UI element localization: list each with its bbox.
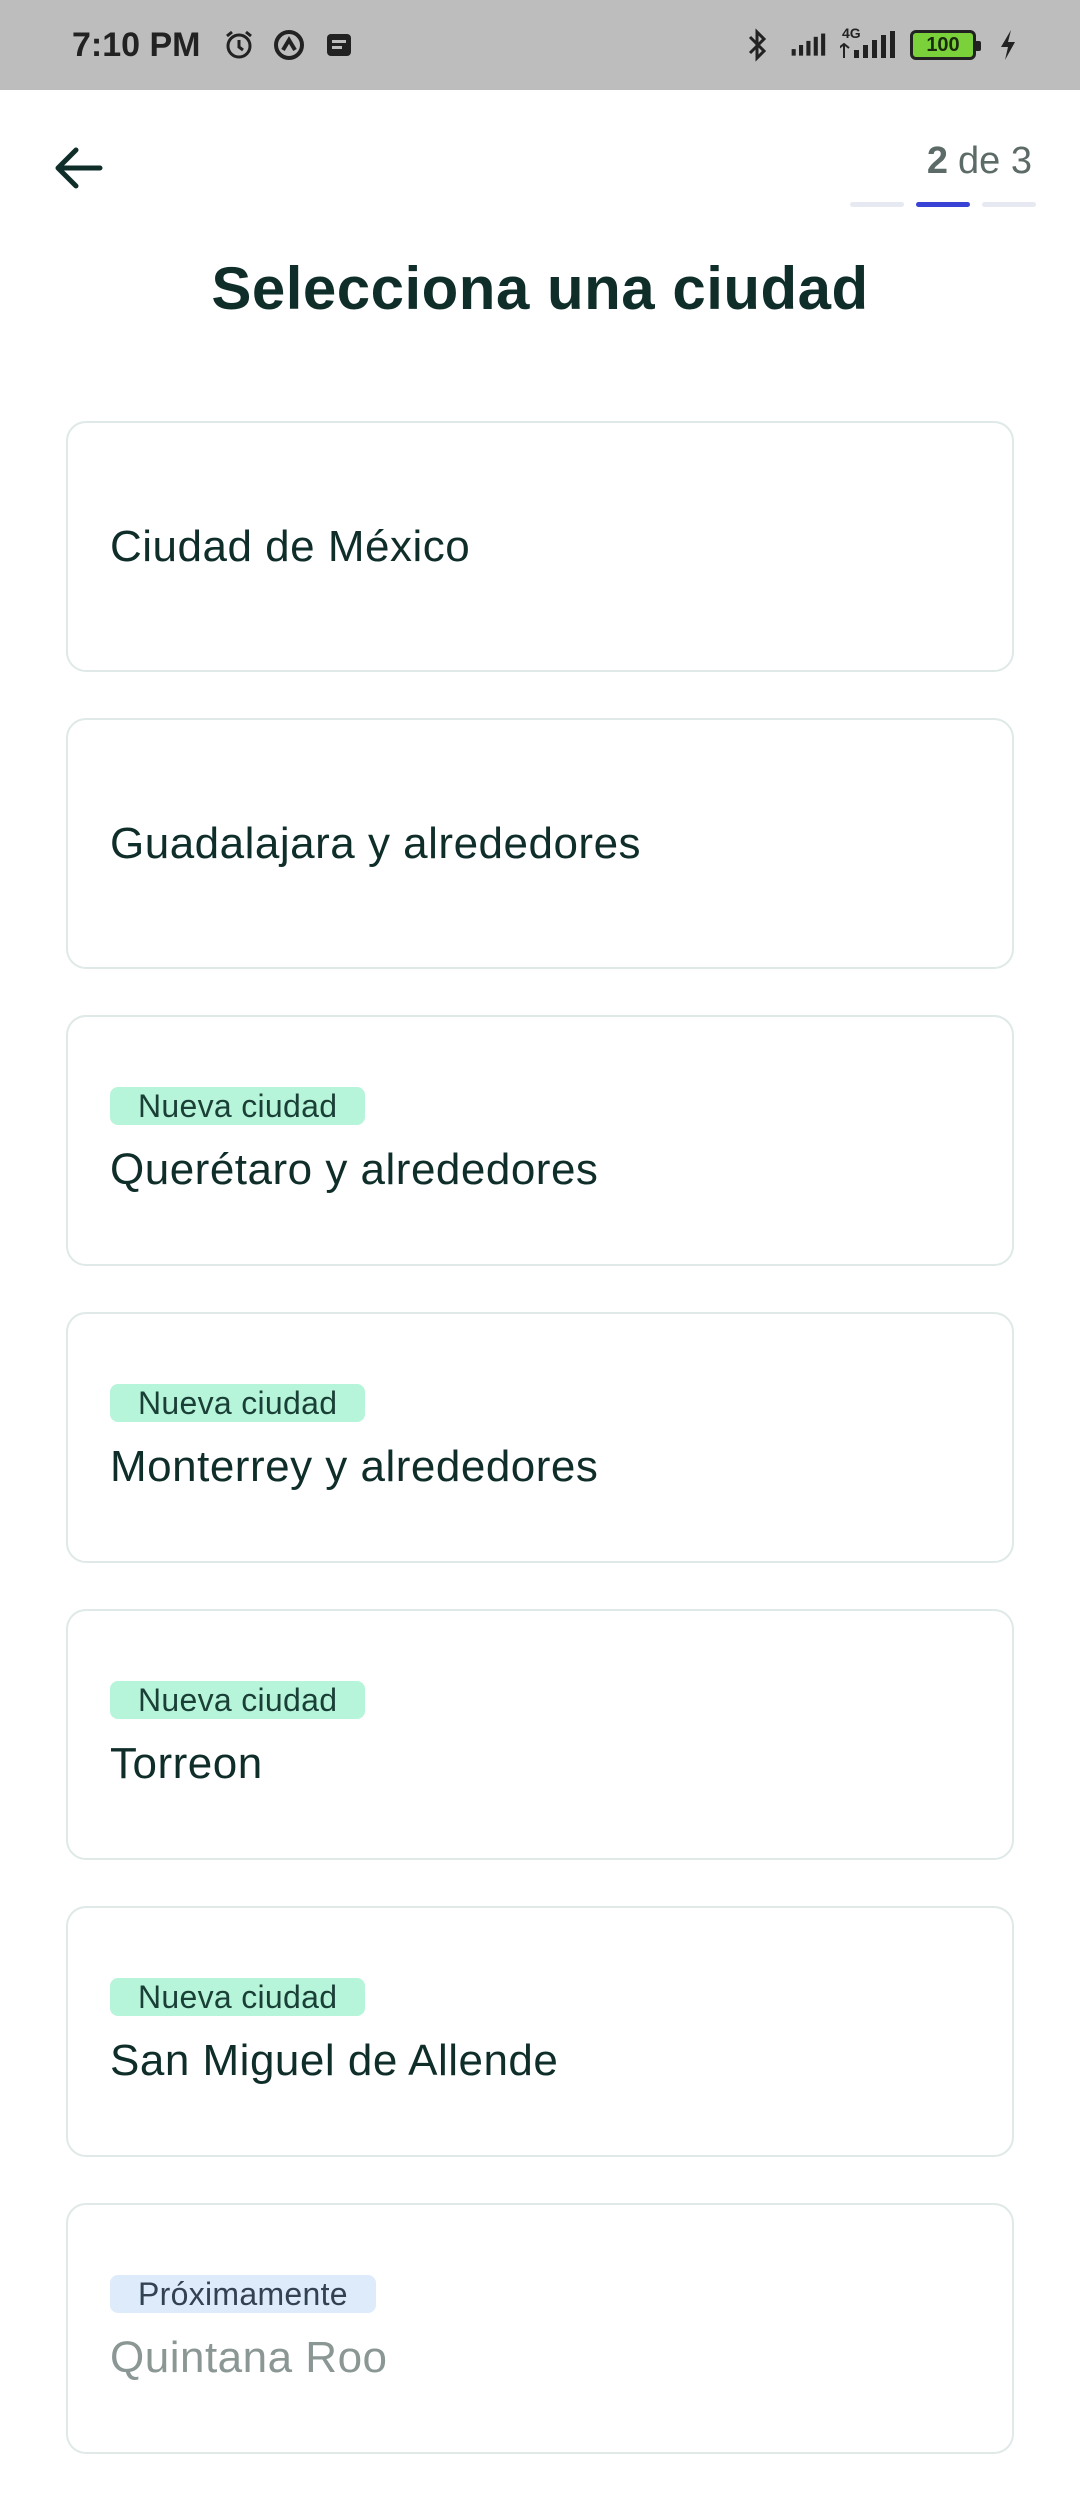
network-label: 4G	[842, 25, 861, 41]
signal-4g-icon: 4G	[840, 25, 896, 63]
city-card[interactable]: Nueva ciudad Monterrey y alrededores	[66, 1312, 1014, 1563]
status-right: 4G 100	[740, 25, 1026, 63]
city-name: Querétaro y alrededores	[110, 1144, 599, 1194]
status-bar: 7:10 PM 4G 100	[0, 0, 1080, 90]
notification-icon	[321, 27, 357, 63]
city-card: Próximamente Quintana Roo	[66, 2203, 1014, 2454]
city-card[interactable]: Ciudad de México	[66, 421, 1014, 672]
city-name: Guadalajara y alrededores	[110, 818, 642, 868]
signal-icon	[790, 27, 826, 63]
battery-level: 100	[926, 33, 960, 56]
step-bar-3	[982, 202, 1036, 207]
city-name: Ciudad de México	[110, 521, 471, 571]
city-name: Quintana Roo	[110, 2332, 388, 2382]
step-bar-2	[916, 202, 970, 207]
charging-icon	[990, 27, 1026, 63]
back-button[interactable]	[46, 136, 110, 200]
new-city-badge: Nueva ciudad	[110, 1383, 366, 1422]
city-name: Torreon	[110, 1738, 263, 1788]
step-bar-1	[850, 202, 904, 207]
city-name: Monterrey y alrededores	[110, 1441, 599, 1491]
new-city-badge: Nueva ciudad	[110, 1977, 366, 2016]
city-list: Ciudad de México Guadalajara y alrededore…	[66, 421, 1014, 2500]
new-city-badge: Nueva ciudad	[110, 1680, 366, 1719]
step-progress	[850, 202, 1036, 207]
city-card[interactable]: Nueva ciudad San Miguel de Allende	[66, 1906, 1014, 2157]
page-title: Selecciona una ciudad	[211, 255, 869, 322]
step-total-label: de 3	[958, 140, 1032, 182]
city-name: San Miguel de Allende	[110, 2035, 559, 2085]
city-card[interactable]: Guadalajara y alrededores	[66, 718, 1014, 969]
status-time: 7:10 PM	[72, 25, 201, 64]
arrow-left-icon	[55, 147, 103, 189]
coming-soon-badge: Próximamente	[110, 2274, 376, 2313]
vpn-icon	[271, 27, 307, 63]
city-card[interactable]: Nueva ciudad Torreon	[66, 1609, 1014, 1860]
status-left: 7:10 PM	[72, 26, 357, 65]
step-current: 2	[926, 140, 949, 182]
alarm-icon	[221, 27, 257, 63]
battery-icon: 100	[910, 30, 981, 60]
bluetooth-icon	[740, 27, 776, 63]
step-indicator: 2 de 3	[927, 140, 1032, 183]
city-card[interactable]: Nueva ciudad Querétaro y alrededores	[66, 1015, 1014, 1266]
new-city-badge: Nueva ciudad	[110, 1086, 366, 1125]
